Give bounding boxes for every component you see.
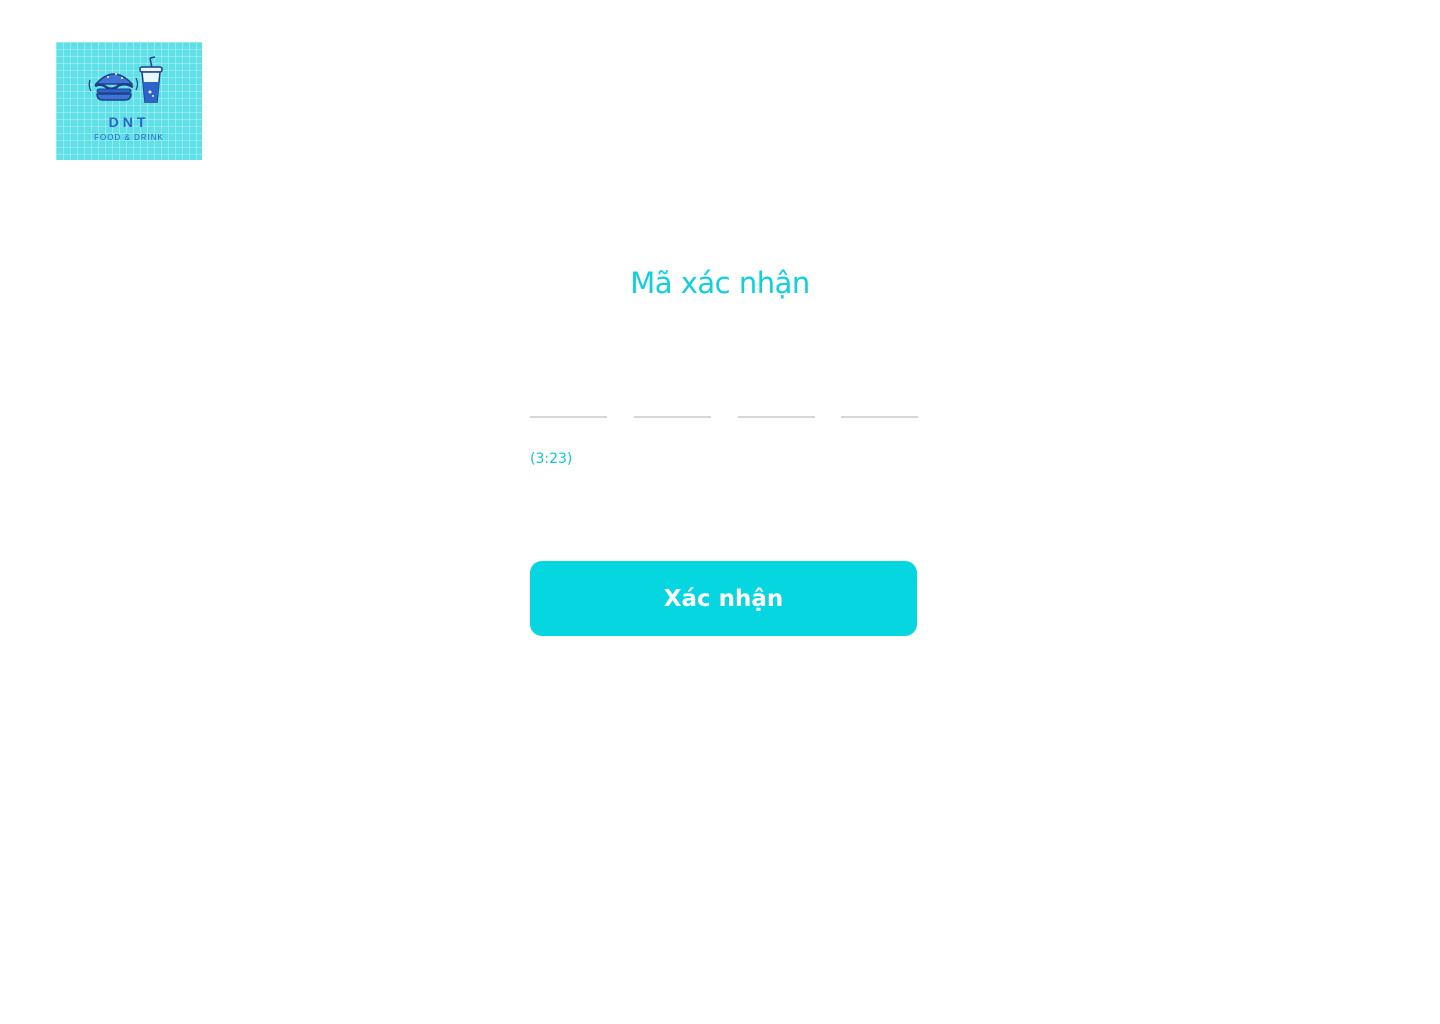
burger-icon [88, 73, 139, 101]
confirm-button[interactable]: Xác nhận [530, 561, 917, 636]
brand-logo: DNT FOOD & DRINK [56, 42, 202, 160]
verification-page: DNT FOOD & DRINK Mã xác nhận (3:23) Xác … [0, 0, 1440, 1024]
page-title: Mã xác nhận [630, 266, 810, 300]
logo-subtitle: FOOD & DRINK [94, 133, 164, 142]
verification-code-inputs [530, 380, 918, 420]
code-digit-3-input[interactable] [738, 380, 815, 418]
drink-cup-icon [139, 56, 163, 103]
code-digit-4-input[interactable] [841, 380, 918, 418]
code-digit-2-input[interactable] [634, 380, 711, 418]
food-drink-logo-icon [88, 56, 163, 103]
countdown-timer: (3:23) [530, 451, 573, 467]
code-digit-1-input[interactable] [530, 380, 607, 418]
logo-title: DNT [108, 114, 150, 130]
